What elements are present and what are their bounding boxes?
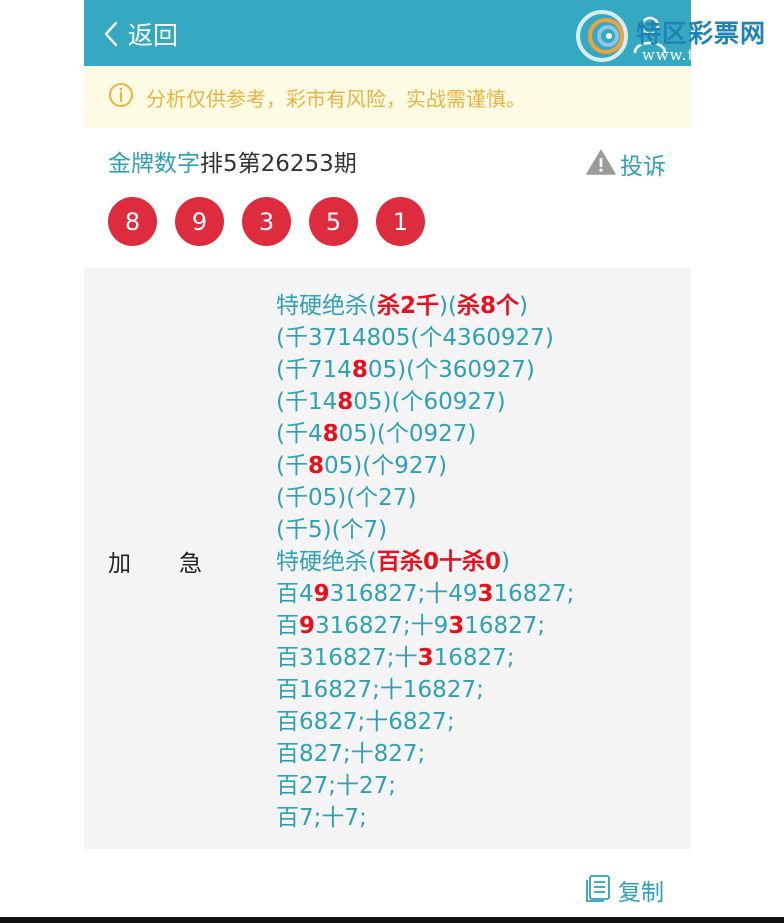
highlight-segment: 9 — [299, 613, 316, 639]
title-source: 金牌数字 — [108, 151, 200, 177]
text-segment: 百16827;十16827; — [276, 677, 484, 703]
highlight-segment: 8 — [322, 421, 339, 447]
text-segment: (千5)(个7) — [276, 517, 388, 543]
highlight-segment: 8 — [351, 357, 368, 383]
prediction-line: (千14805)(个60927) — [276, 386, 676, 418]
prediction-panel: 加急 特硬绝杀(杀2千)(杀8个) (千3714805(个4360927) (千71… — [84, 268, 691, 849]
prediction-line: 百49316827;十49316827; — [276, 578, 676, 610]
text-segment: 05)(个360927) — [367, 357, 535, 383]
prediction-line: (千05)(个27) — [276, 482, 676, 514]
prediction-line: 百27;十27; — [276, 770, 676, 802]
text-segment: 16827; — [433, 645, 515, 671]
back-button[interactable]: 返回 — [104, 14, 178, 54]
text-segment: ) — [501, 549, 510, 575]
risk-notice-text: 分析仅供参考，彩市有风险，实战需谨慎。 — [146, 86, 526, 111]
text-segment: 316827;十49 — [329, 581, 478, 607]
highlight-segment: 8 — [337, 389, 354, 415]
text-segment: )( — [439, 293, 457, 319]
text-segment: 05(个4360927) — [381, 325, 554, 351]
copy-document-icon — [584, 873, 614, 907]
highlight-segment: 9 — [313, 581, 330, 607]
number-ball: 3 — [242, 197, 291, 246]
bottom-edge-bar — [0, 917, 784, 923]
number-ball: 9 — [175, 197, 224, 246]
prediction-line: 百7;十7; — [276, 802, 676, 834]
prediction-line: 百16827;十16827; — [276, 674, 676, 706]
text-segment: 16827; — [493, 581, 575, 607]
number-ball: 5 — [309, 197, 358, 246]
prediction-line: (千5)(个7) — [276, 514, 676, 546]
issue-title: 金牌数字排5第26253期 — [108, 151, 357, 177]
number-ball: 8 — [108, 197, 157, 246]
text-segment: 百6827;十6827; — [276, 709, 455, 735]
highlight-segment: 8 — [307, 453, 324, 479]
text-segment: 05)(个0927) — [338, 421, 477, 447]
back-label: 返回 — [128, 21, 179, 50]
text-segment: (千714 — [276, 357, 352, 383]
site-watermark: 特区彩票网 www.tqcp.net — [572, 6, 784, 68]
text-segment: 16827; — [464, 613, 546, 639]
prediction-line: 百827;十827; — [276, 738, 676, 770]
text-segment: 百27;十27; — [276, 773, 397, 799]
panel-label: 加急 — [108, 551, 250, 577]
text-segment: 百7;十7; — [276, 805, 367, 831]
text-segment: 05)(个60927) — [353, 389, 506, 415]
text-segment: 百4 — [276, 581, 314, 607]
warning-triangle-icon — [586, 149, 616, 179]
page: 返回 分析仅供参考，彩市有风险，实战需谨慎。 金牌数字排5第26253期 投诉 … — [0, 0, 784, 923]
text-segment: 百 — [276, 613, 299, 639]
prediction-line: (千3714805(个4360927) — [276, 322, 676, 354]
highlight-segment: 3 — [477, 581, 494, 607]
prediction-line: (千805)(个927) — [276, 450, 676, 482]
highlight-segment: 杀8个 — [456, 293, 519, 319]
issue-title-row: 金牌数字排5第26253期 投诉 — [108, 146, 668, 182]
complain-label: 投诉 — [620, 154, 666, 180]
text-segment: (千37148 — [276, 325, 382, 351]
draw-number-balls: 89351 — [108, 197, 443, 247]
copy-button[interactable]: 复制 — [584, 872, 664, 908]
prediction-line: 特硬绝杀(百杀0十杀0) — [276, 546, 676, 578]
prediction-lines: 特硬绝杀(杀2千)(杀8个) (千3714805(个4360927) (千71480… — [276, 290, 676, 834]
prediction-line: 特硬绝杀(杀2千)(杀8个) — [276, 290, 676, 322]
info-circle-icon — [108, 82, 134, 112]
prediction-line: (千4805)(个0927) — [276, 418, 676, 450]
text-segment: 特硬绝杀( — [276, 549, 377, 575]
chevron-left-icon — [104, 21, 118, 47]
watermark-logo-icon — [572, 8, 636, 68]
text-segment: (千4 — [276, 421, 323, 447]
highlight-segment: 杀2千 — [376, 293, 439, 319]
highlight-segment: 3 — [417, 645, 434, 671]
text-segment: (千14 — [276, 389, 338, 415]
text-segment: 05)(个927) — [324, 453, 448, 479]
text-segment: 百827;十827; — [276, 741, 426, 767]
risk-notice-bar: 分析仅供参考，彩市有风险，实战需谨慎。 — [84, 66, 691, 128]
title-issue: 排5第26253期 — [200, 151, 357, 177]
text-segment: 百316827;十 — [276, 645, 418, 671]
number-ball: 1 — [376, 197, 425, 246]
watermark-text: 特区彩票网 — [636, 19, 767, 48]
text-segment: (千 — [276, 453, 308, 479]
text-segment: 316827;十9 — [315, 613, 449, 639]
text-segment: (千05)(个27) — [276, 485, 417, 511]
text-segment: 特硬绝杀( — [276, 293, 377, 319]
copy-label: 复制 — [618, 880, 664, 906]
prediction-line: 百6827;十6827; — [276, 706, 676, 738]
prediction-line: 百9316827;十9316827; — [276, 610, 676, 642]
highlight-segment: 3 — [448, 613, 465, 639]
prediction-line: (千714805)(个360927) — [276, 354, 676, 386]
app-container: 返回 分析仅供参考，彩市有风险，实战需谨慎。 金牌数字排5第26253期 投诉 … — [84, 0, 691, 923]
complain-button[interactable]: 投诉 — [586, 146, 666, 182]
prediction-line: 百316827;十316827; — [276, 642, 676, 674]
watermark-url: www.tqcp.net — [642, 46, 759, 64]
highlight-segment: 百杀0十杀0 — [376, 549, 501, 575]
text-segment: ) — [518, 293, 528, 319]
